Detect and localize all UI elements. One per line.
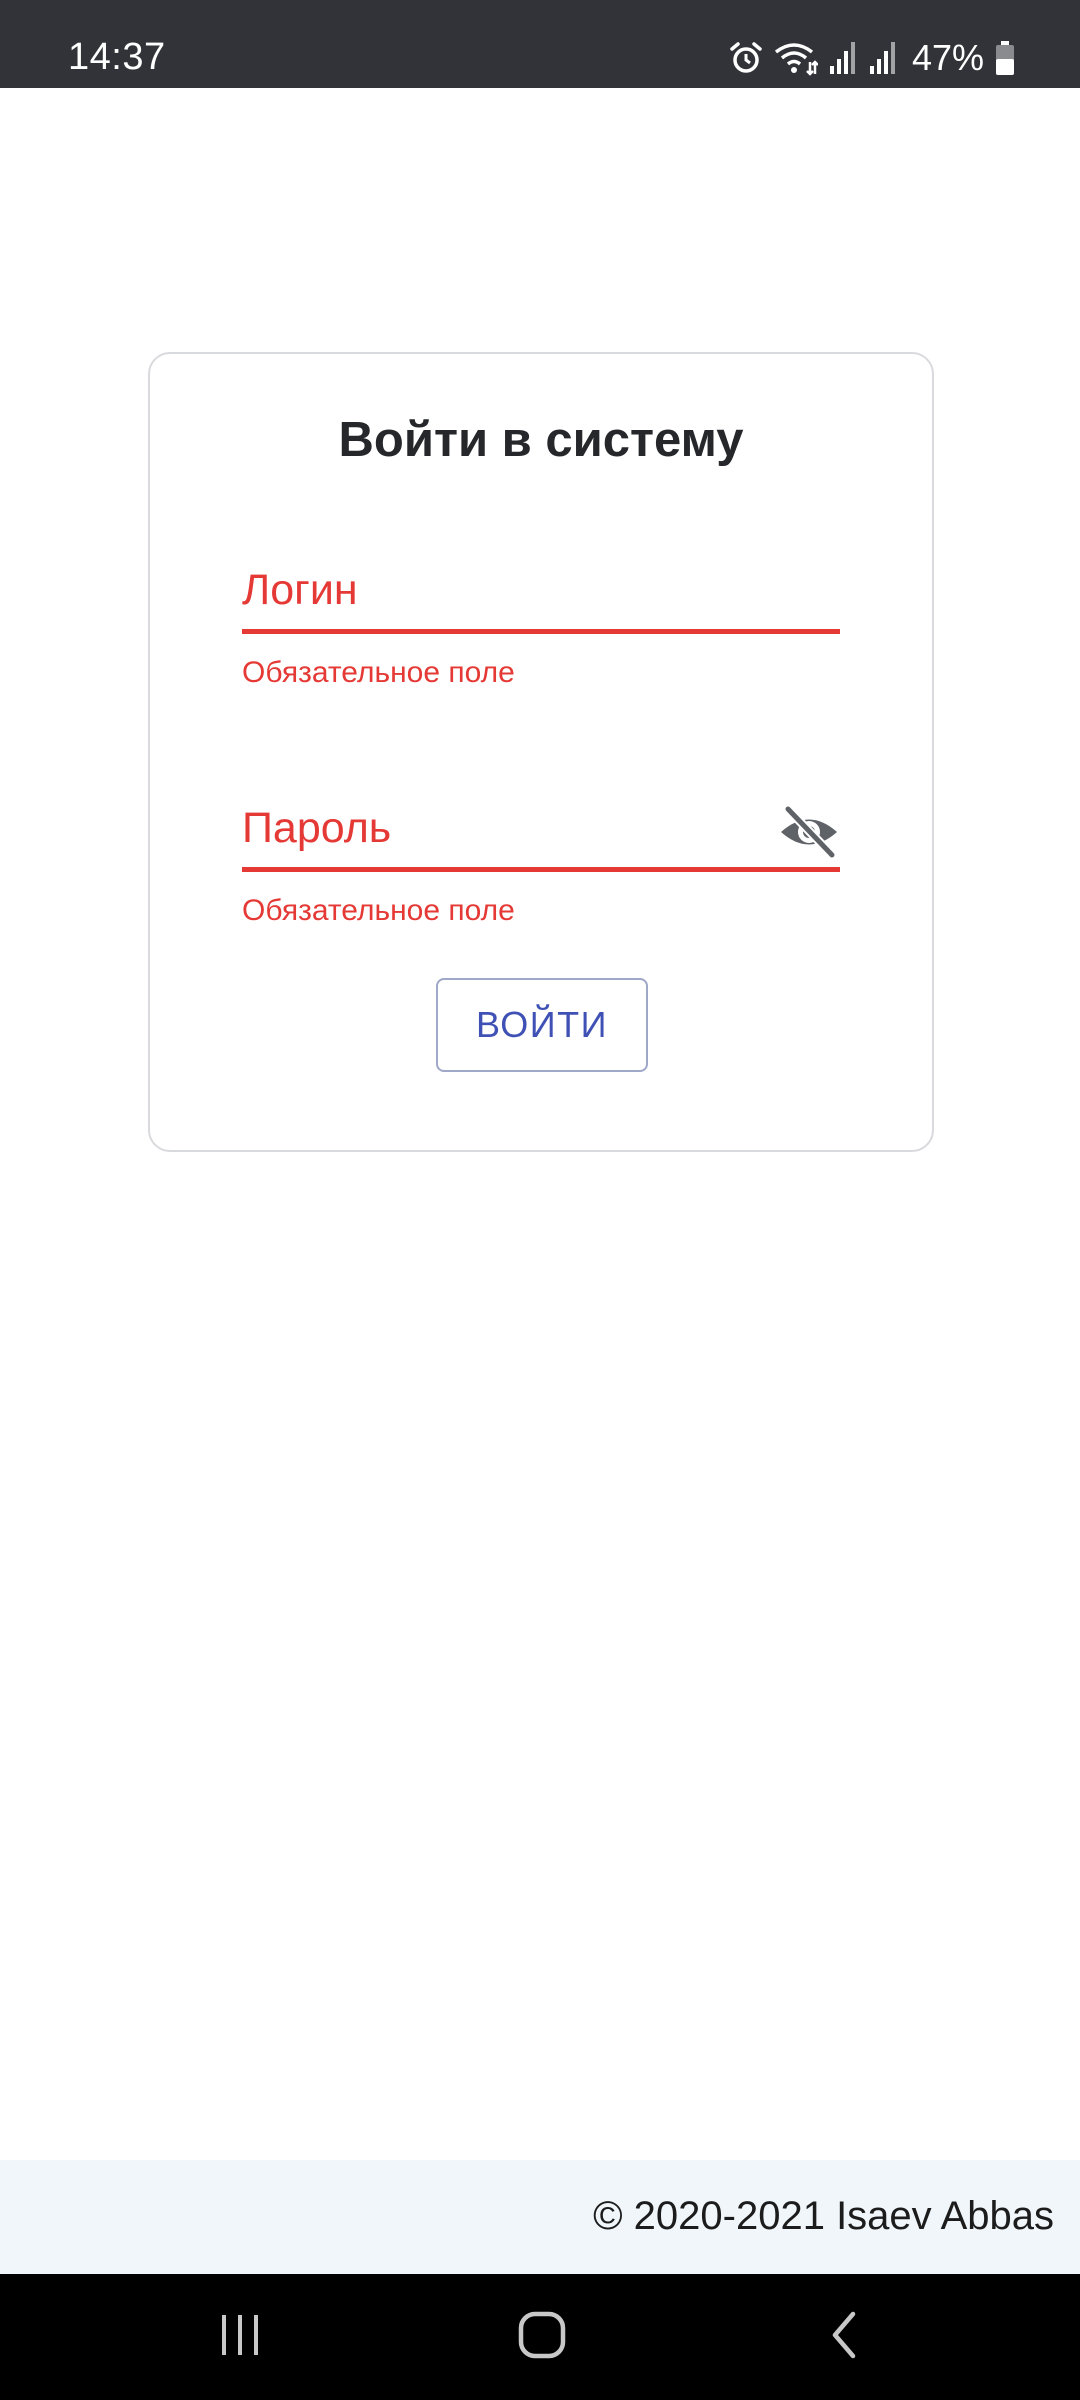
battery-percent: 47% — [911, 37, 984, 78]
login-card: Войти в систему Логин Обязательное поле … — [148, 352, 934, 1152]
login-screen: 14:37 47% Войти в систему Логин Обязател… — [0, 0, 1080, 2400]
signal-icon — [828, 40, 858, 76]
password-error-text: Обязательное поле — [242, 894, 515, 927]
home-icon — [517, 2310, 567, 2365]
login-field[interactable]: Логин Обязательное поле — [242, 554, 840, 690]
login-button[interactable]: ВОЙТИ — [436, 978, 648, 1072]
status-icons: 47% — [728, 38, 1016, 78]
back-icon — [827, 2310, 861, 2365]
alarm-icon — [728, 40, 764, 76]
home-button[interactable] — [462, 2274, 622, 2400]
signal-icon-2 — [868, 40, 898, 76]
status-time: 14:37 — [68, 36, 166, 78]
back-button[interactable] — [764, 2274, 924, 2400]
password-placeholder: Пароль — [242, 804, 392, 852]
status-bar: 14:37 47% — [0, 0, 1080, 88]
recents-icon — [218, 2312, 262, 2363]
navigation-bar — [0, 2274, 1080, 2400]
page-title: Войти в систему — [338, 413, 744, 467]
login-error-text: Обязательное поле — [242, 656, 515, 689]
login-input[interactable]: Логин — [242, 554, 840, 634]
wifi-icon — [774, 40, 818, 76]
copyright-text: © 2020-2021 Isaev Abbas — [593, 2194, 1054, 2238]
password-field[interactable]: Пароль Обязательное поле — [242, 792, 840, 928]
password-input[interactable]: Пароль — [242, 792, 840, 872]
recents-button[interactable] — [160, 2274, 320, 2400]
battery-icon — [994, 40, 1016, 76]
eye-off-icon[interactable] — [778, 805, 840, 859]
footer: © 2020-2021 Isaev Abbas — [0, 2160, 1080, 2274]
login-placeholder: Логин — [242, 566, 358, 614]
